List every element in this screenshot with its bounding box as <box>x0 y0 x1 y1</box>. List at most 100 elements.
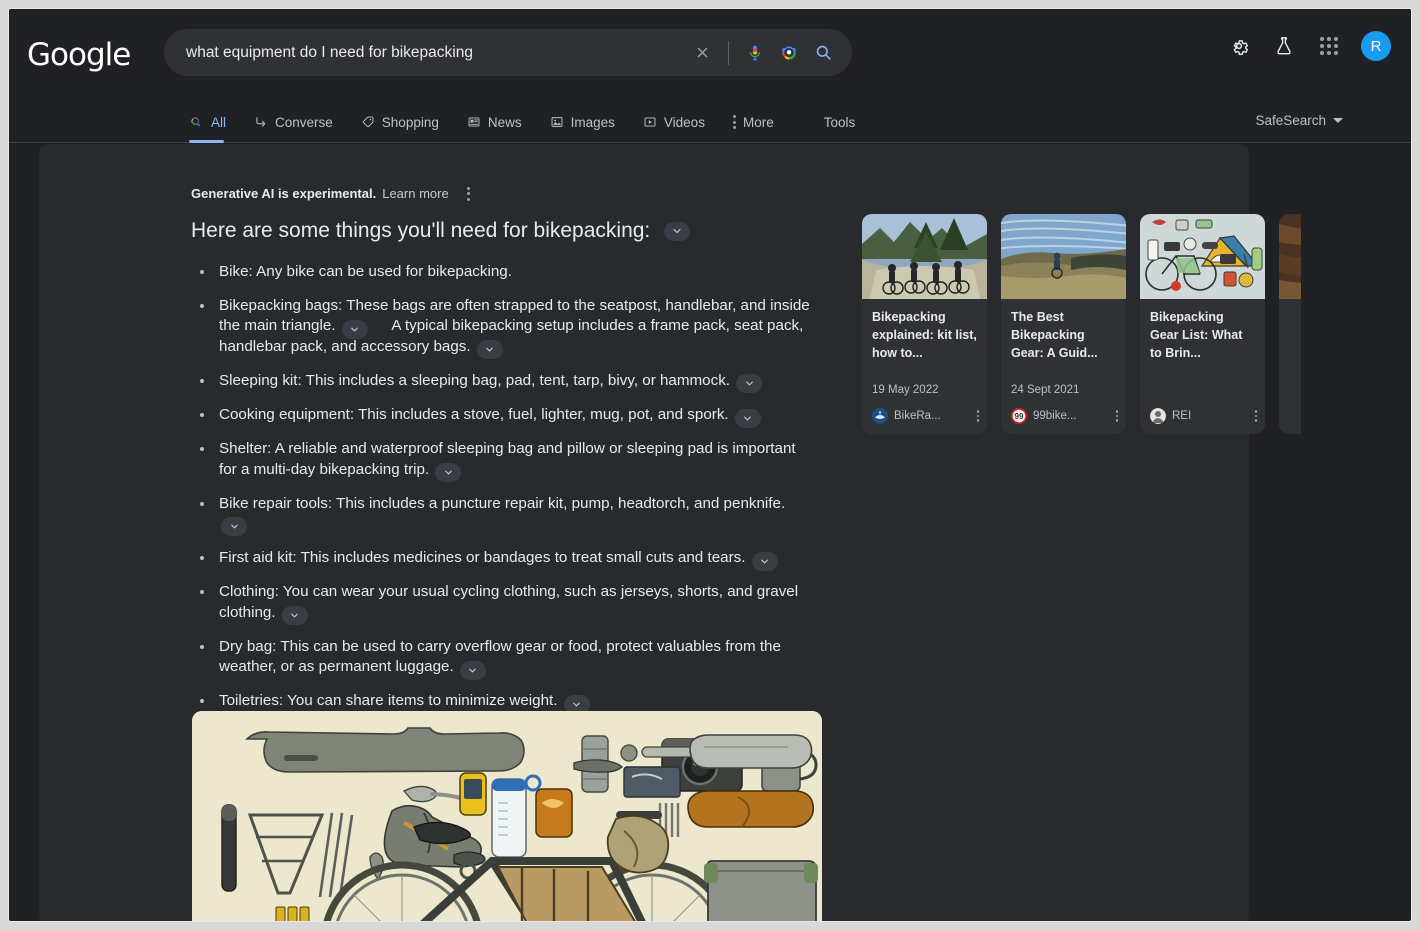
tab-news[interactable]: News <box>453 101 536 143</box>
list-item-text: First aid kit: This includes medicines o… <box>219 549 746 567</box>
card-footer: BikeRa... <box>872 408 979 424</box>
search-icon <box>191 116 201 126</box>
card-source: REI <box>1172 410 1192 422</box>
news-icon <box>468 117 480 127</box>
list-item: Clothing: You can wear your usual cyclin… <box>191 582 816 626</box>
videos-icon <box>644 117 656 127</box>
search-icon[interactable] <box>806 36 840 70</box>
list-item: Cooking equipment: This includes a stove… <box>191 405 816 428</box>
card-title: Bikepacking Gear List: What to Brin... <box>1150 310 1243 360</box>
expand-chevron-icon[interactable] <box>281 606 308 626</box>
card-title: Bikepacking explained: kit list, how to.… <box>872 310 977 360</box>
list-item-text: Bike: Any bike can be used for bikepacki… <box>219 263 512 280</box>
nav-tabs: All Converse Shopping News Images Videos… <box>189 101 869 143</box>
expand-chevron-icon[interactable] <box>736 374 763 394</box>
list-item: Toiletries: You can share items to minim… <box>191 691 816 714</box>
list-item-text: Cooking equipment: This includes a stove… <box>219 406 729 424</box>
card-options-kebab-icon[interactable] <box>1254 410 1257 422</box>
tab-label: Shopping <box>381 114 439 130</box>
card-options-kebab-icon[interactable] <box>1115 410 1118 422</box>
google-lens-icon[interactable] <box>772 36 806 70</box>
card-date: 24 Sept 2021 <box>1011 384 1080 396</box>
list-item-text: Toiletries: You can share items to minim… <box>219 692 558 710</box>
list-item-text: Shelter: A reliable and waterproof sleep… <box>219 440 796 478</box>
ai-disclaimer-text: Generative AI is experimental. <box>191 186 377 201</box>
search-divider <box>728 40 729 65</box>
gear-icon[interactable] <box>1226 33 1252 59</box>
list-item-text: Sleeping kit: This includes a sleeping b… <box>219 371 731 389</box>
tab-label: Images <box>570 114 615 130</box>
ai-options-kebab-icon[interactable] <box>466 186 470 201</box>
generative-ai-panel: Generative AI is experimental. Learn mor… <box>39 144 1301 921</box>
ai-answer-title: Here are some things you'll need for bik… <box>191 219 692 243</box>
expand-chevron-icon[interactable] <box>221 517 247 537</box>
search-bar[interactable]: what equipment do I need for bikepacking <box>164 29 852 76</box>
list-item: Bike repair tools: This includes a punct… <box>191 494 816 537</box>
header-actions: R <box>1226 31 1391 61</box>
list-item: Sleeping kit: This includes a sleeping b… <box>191 371 816 394</box>
tab-shopping[interactable]: Shopping <box>347 101 453 143</box>
tab-label: Converse <box>275 114 333 130</box>
safesearch-label: SafeSearch <box>1255 113 1326 128</box>
close-icon[interactable] <box>685 36 719 70</box>
card-footer: REI <box>1150 408 1257 424</box>
99bikes-favicon: 99 <box>1011 408 1027 424</box>
tab-label: More <box>742 114 774 130</box>
card-source: 99bike... <box>1033 410 1077 422</box>
expand-chevron-icon[interactable] <box>435 463 462 483</box>
list-item: First aid kit: This includes medicines o… <box>191 548 816 571</box>
tab-videos[interactable]: Videos <box>629 101 719 143</box>
bikeradar-favicon <box>872 408 888 424</box>
tab-label: Videos <box>663 114 705 130</box>
lab-flask-icon[interactable] <box>1271 33 1297 59</box>
tab-label: All <box>211 114 227 130</box>
tab-converse[interactable]: Converse <box>240 101 347 143</box>
card-options-kebab-icon[interactable] <box>976 410 979 422</box>
list-item: Dry bag: This can be used to carry overf… <box>191 637 816 680</box>
expand-chevron-icon[interactable] <box>459 660 486 680</box>
learn-more-link[interactable]: Learn more <box>382 186 448 201</box>
expand-chevron-icon[interactable] <box>341 319 368 339</box>
expand-chevron-icon[interactable] <box>734 408 761 428</box>
list-item: Bikepacking bags: These bags are often s… <box>191 296 816 360</box>
tab-images[interactable]: Images <box>536 101 629 143</box>
tab-label: News <box>487 114 522 130</box>
microphone-icon[interactable] <box>738 36 772 70</box>
source-card-partial[interactable] <box>1279 214 1301 434</box>
tools-button[interactable]: Tools <box>810 101 870 143</box>
ai-bullet-list: Bike: Any bike can be used for bikepacki… <box>191 262 816 726</box>
source-cards: Bikepacking explained: kit list, how to.… <box>862 214 1301 434</box>
list-item: Shelter: A reliable and waterproof sleep… <box>191 439 816 483</box>
avatar[interactable]: R <box>1361 31 1391 61</box>
google-logo[interactable]: Google <box>27 37 131 73</box>
card-title: The Best Bikepacking Gear: A Guid... <box>1011 310 1098 360</box>
apps-grid-icon[interactable] <box>1316 33 1342 59</box>
more-vertical-icon <box>732 115 736 129</box>
source-card[interactable]: The Best Bikepacking Gear: A Guid... 24 … <box>1001 214 1126 434</box>
chevron-down-icon <box>1333 118 1343 123</box>
expand-chevron-icon[interactable] <box>476 340 503 360</box>
svg-text:99: 99 <box>1015 412 1024 421</box>
bikepacking-gear-illustration[interactable] <box>192 711 822 921</box>
search-nav: All Converse Shopping News Images Videos… <box>9 101 1411 143</box>
card-source: BikeRa... <box>894 410 941 422</box>
list-item-text: Bike repair tools: This includes a punct… <box>219 494 786 512</box>
page-header: Google what equipment do I need for bike… <box>9 9 1411 101</box>
safesearch-dropdown[interactable]: SafeSearch <box>1255 113 1343 128</box>
rei-favicon <box>1150 408 1166 424</box>
tab-more[interactable]: More <box>719 101 788 143</box>
search-input[interactable]: what equipment do I need for bikepacking <box>164 44 685 62</box>
tools-label: Tools <box>823 114 856 130</box>
list-item-text: Dry bag: This can be used to carry overf… <box>219 637 781 676</box>
browser-window: Google what equipment do I need for bike… <box>8 8 1412 922</box>
source-card[interactable]: Bikepacking Gear List: What to Brin... R… <box>1140 214 1265 434</box>
card-thumbnail <box>862 214 987 299</box>
tab-all[interactable]: All <box>189 101 240 143</box>
card-date: 19 May 2022 <box>872 384 939 396</box>
expand-chevron-icon[interactable] <box>664 221 691 241</box>
source-card[interactable]: Bikepacking explained: kit list, how to.… <box>862 214 987 434</box>
converse-arrow-icon <box>256 117 266 127</box>
search-input-value: what equipment do I need for bikepacking <box>186 43 473 61</box>
expand-chevron-icon[interactable] <box>751 551 778 571</box>
images-icon <box>551 117 563 127</box>
